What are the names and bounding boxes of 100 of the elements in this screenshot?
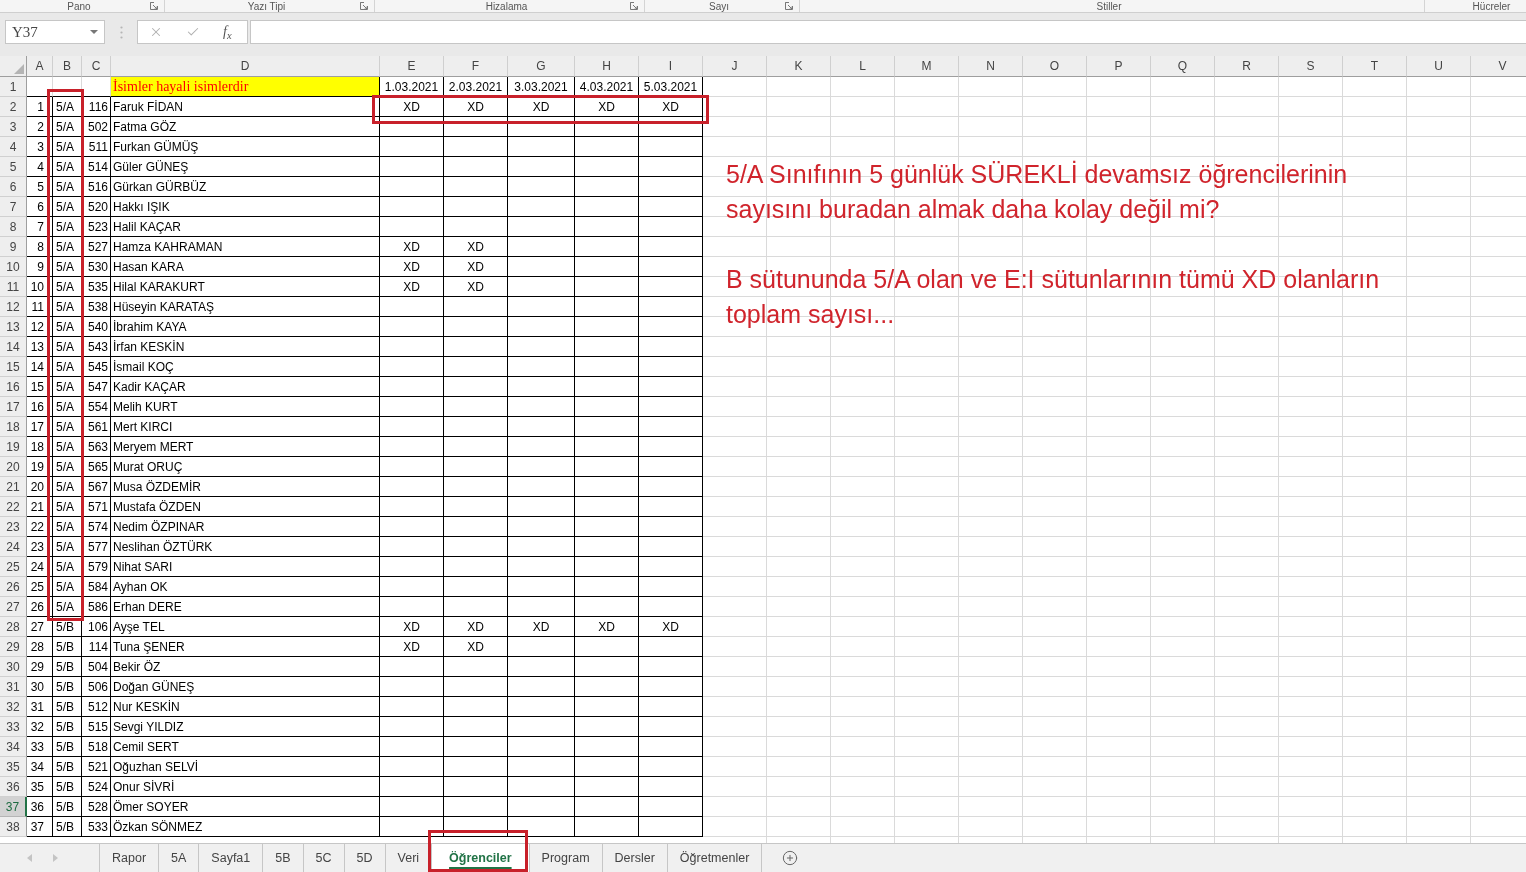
row-header[interactable]: 4	[0, 137, 27, 157]
class-label: 5/A	[56, 599, 74, 614]
row-header[interactable]: 14	[0, 337, 27, 357]
row-header[interactable]: 37	[0, 797, 27, 817]
class-label: 5/A	[56, 559, 74, 574]
row-header[interactable]: 12	[0, 297, 27, 317]
column-header[interactable]: D	[111, 56, 380, 77]
absence-mark: XD	[467, 99, 484, 114]
row-header[interactable]: 8	[0, 217, 27, 237]
row-header[interactable]: 2	[0, 97, 27, 117]
student-number: 527	[87, 239, 108, 254]
dialog-launcher-icon[interactable]	[630, 2, 638, 10]
empty-cell	[444, 557, 508, 577]
column-header[interactable]: A	[27, 56, 53, 77]
row-header[interactable]: 30	[0, 657, 27, 677]
cancel-icon[interactable]	[149, 25, 163, 39]
row-header[interactable]: 34	[0, 737, 27, 757]
row-header[interactable]: 19	[0, 437, 27, 457]
sheet-tab[interactable]: Sayfa1	[199, 844, 264, 872]
plus-circle-icon[interactable]	[782, 850, 799, 866]
sheet-tab[interactable]: 5A	[159, 844, 200, 872]
caret-down-icon[interactable]	[90, 30, 98, 34]
dialog-launcher-icon[interactable]	[785, 2, 793, 10]
row-header[interactable]: 15	[0, 357, 27, 377]
corner-triangle-icon	[14, 64, 24, 74]
check-icon[interactable]	[186, 25, 200, 39]
row-header[interactable]: 32	[0, 697, 27, 717]
column-header[interactable]: U	[1407, 56, 1471, 77]
row-header[interactable]: 26	[0, 577, 27, 597]
row-header[interactable]: 10	[0, 257, 27, 277]
row-header[interactable]: 36	[0, 777, 27, 797]
empty-cell	[444, 497, 508, 517]
row-header[interactable]: 16	[0, 377, 27, 397]
sheet-tab[interactable]: Öğrenciler	[432, 844, 530, 872]
row-header[interactable]: 28	[0, 617, 27, 637]
column-header[interactable]: S	[1279, 56, 1343, 77]
row-header[interactable]: 22	[0, 497, 27, 517]
column-header[interactable]: Q	[1151, 56, 1215, 77]
column-header[interactable]: J	[703, 56, 767, 77]
absence-mark: XD	[403, 99, 420, 114]
column-header[interactable]: N	[959, 56, 1023, 77]
row-header[interactable]: 29	[0, 637, 27, 657]
sheet-tab[interactable]: Rapor	[100, 844, 160, 872]
dialog-launcher-icon[interactable]	[360, 2, 368, 10]
student-name: Hamza KAHRAMAN	[113, 239, 223, 254]
column-header[interactable]: C	[82, 56, 111, 77]
row-header[interactable]: 23	[0, 517, 27, 537]
formula-input[interactable]	[250, 20, 1526, 44]
column-header[interactable]: T	[1343, 56, 1407, 77]
column-header[interactable]: O	[1023, 56, 1087, 77]
row-header[interactable]: 1	[0, 77, 27, 97]
row-header[interactable]: 5	[0, 157, 27, 177]
dialog-launcher-icon[interactable]	[150, 2, 158, 10]
row-header[interactable]: 24	[0, 537, 27, 557]
insert-function-button[interactable]: f$_{x}$	[223, 24, 232, 40]
row-header[interactable]: 3	[0, 117, 27, 137]
column-header[interactable]: K	[767, 56, 831, 77]
sheet-tab[interactable]: Dersler	[602, 844, 668, 872]
column-header[interactable]: B	[53, 56, 82, 77]
empty-cell	[444, 157, 508, 177]
row-header[interactable]: 7	[0, 197, 27, 217]
row-header[interactable]: 6	[0, 177, 27, 197]
row-header[interactable]: 21	[0, 477, 27, 497]
row-header[interactable]: 13	[0, 317, 27, 337]
sheet-tab[interactable]: 5D	[344, 844, 386, 872]
row-header[interactable]: 25	[0, 557, 27, 577]
column-header[interactable]: H	[575, 56, 639, 77]
student-name: Ayhan OK	[113, 579, 168, 594]
row-header[interactable]: 38	[0, 817, 27, 837]
empty-cell	[575, 477, 639, 497]
column-header[interactable]: G	[508, 56, 575, 77]
student-number: 528	[87, 799, 108, 814]
sheet-tab[interactable]: 5B	[263, 844, 304, 872]
row-header[interactable]: 31	[0, 677, 27, 697]
column-header[interactable]: E	[380, 56, 444, 77]
empty-cell	[575, 557, 639, 577]
row-header[interactable]: 18	[0, 417, 27, 437]
row-header[interactable]: 9	[0, 237, 27, 257]
row-header[interactable]: 35	[0, 757, 27, 777]
sheet-tab[interactable]: 5C	[303, 844, 345, 872]
column-header[interactable]: V	[1471, 56, 1526, 77]
row-header[interactable]: 33	[0, 717, 27, 737]
row-header[interactable]: 20	[0, 457, 27, 477]
sequence-number: 13	[30, 339, 44, 354]
select-all-button[interactable]	[0, 56, 27, 77]
caret-left-icon[interactable]	[27, 854, 32, 862]
column-header[interactable]: R	[1215, 56, 1279, 77]
column-header[interactable]: I	[639, 56, 703, 77]
row-header[interactable]: 17	[0, 397, 27, 417]
sheet-tab[interactable]: Program	[529, 844, 603, 872]
column-header[interactable]: M	[895, 56, 959, 77]
class-label: 5/B	[56, 799, 74, 814]
sheet-tab[interactable]: Öğretmenler	[667, 844, 763, 872]
column-header[interactable]: L	[831, 56, 895, 77]
column-header[interactable]: F	[444, 56, 508, 77]
row-header[interactable]: 27	[0, 597, 27, 617]
name-box[interactable]: Y37	[5, 20, 105, 44]
row-header[interactable]: 11	[0, 277, 27, 297]
caret-right-icon[interactable]	[53, 854, 58, 862]
column-header[interactable]: P	[1087, 56, 1151, 77]
